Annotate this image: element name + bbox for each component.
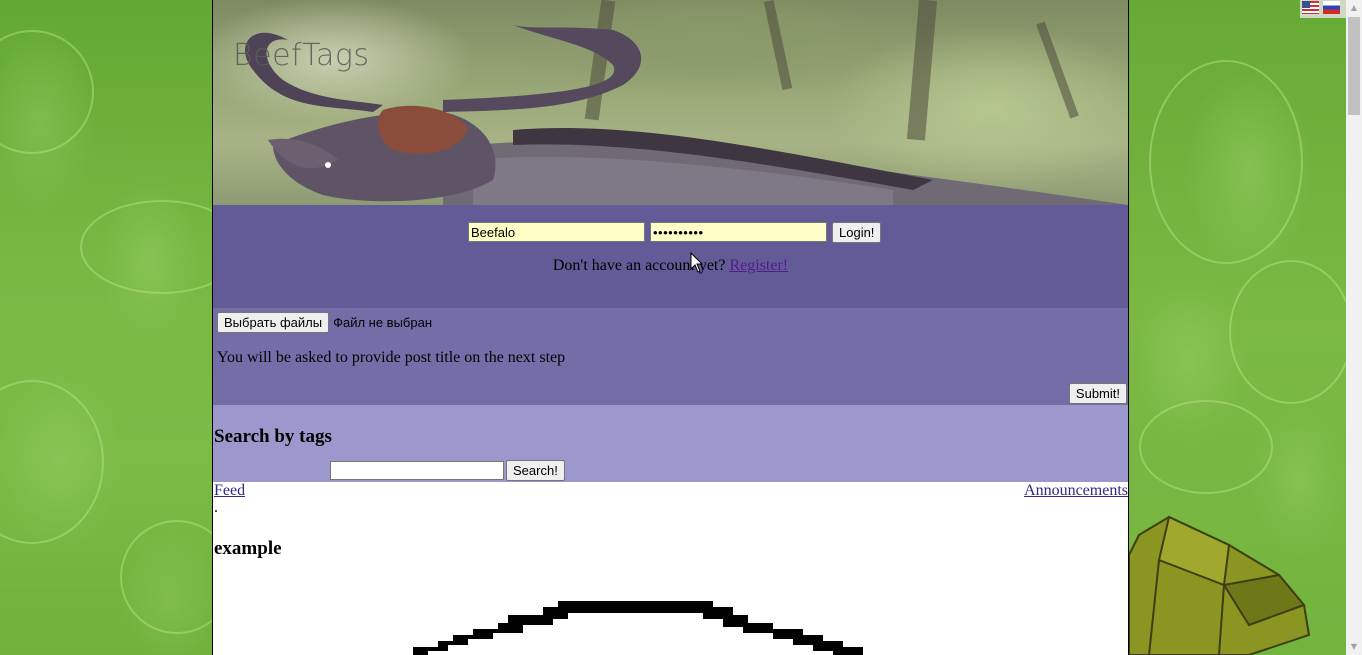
- swirl-decoration: [1149, 60, 1303, 264]
- login-form: Login!: [468, 221, 882, 243]
- mouse-cursor-icon: [690, 252, 704, 273]
- search-input[interactable]: [330, 461, 504, 480]
- choose-files-button[interactable]: Выбрать файлы: [217, 312, 330, 333]
- language-switcher: [1300, 0, 1346, 18]
- hat-decoration: [1129, 515, 1311, 655]
- upload-hint: You will be asked to provide post title …: [217, 349, 566, 366]
- search-title: Search by tags: [214, 426, 332, 447]
- swirl-decoration: [1139, 400, 1273, 494]
- post-title[interactable]: example: [214, 538, 282, 560]
- site-title[interactable]: BeefTags: [233, 38, 370, 73]
- swirl-decoration: [1229, 260, 1353, 404]
- swirl-decoration: [0, 30, 94, 154]
- separator-dot: .: [214, 499, 218, 516]
- english-flag-icon[interactable]: [1302, 1, 1319, 14]
- password-input[interactable]: [650, 222, 827, 242]
- vertical-scrollbar[interactable]: ▲ ▼: [1346, 0, 1362, 655]
- feed-link[interactable]: Feed: [214, 482, 245, 500]
- scroll-thumb[interactable]: [1348, 17, 1360, 115]
- scroll-up-icon[interactable]: ▲: [1346, 0, 1362, 16]
- file-picker: Выбрать файлы Файл не выбран: [217, 312, 432, 333]
- post-image[interactable]: [413, 595, 863, 655]
- submit-button[interactable]: Submit!: [1068, 383, 1127, 404]
- login-panel: Login! Don't have an account yet? Regist…: [213, 205, 1128, 308]
- russian-flag-icon[interactable]: [1323, 1, 1340, 14]
- no-file-chosen-text: Файл не выбран: [333, 315, 433, 330]
- register-prompt: Don't have an account yet? Register!: [213, 257, 1128, 275]
- header-banner: BeefTags: [213, 0, 1128, 205]
- upload-panel: Выбрать файлы Файл не выбран You will be…: [213, 308, 1128, 405]
- nav-links: Feed Announcements: [213, 482, 1128, 502]
- search-form: Search!: [330, 460, 565, 481]
- register-link[interactable]: Register!: [729, 257, 788, 274]
- search-panel: Search by tags Search!: [213, 405, 1128, 482]
- login-button[interactable]: Login!: [832, 221, 882, 243]
- username-input[interactable]: [468, 222, 645, 242]
- main-column: BeefTags Login! Don't have an account ye…: [212, 0, 1129, 655]
- search-button[interactable]: Search!: [506, 460, 565, 481]
- swirl-decoration: [0, 380, 104, 544]
- scroll-down-icon[interactable]: ▼: [1346, 639, 1362, 655]
- wildebeest-photo: [245, 25, 1128, 205]
- left-background: [0, 0, 244, 655]
- announcements-link[interactable]: Announcements: [1024, 482, 1128, 500]
